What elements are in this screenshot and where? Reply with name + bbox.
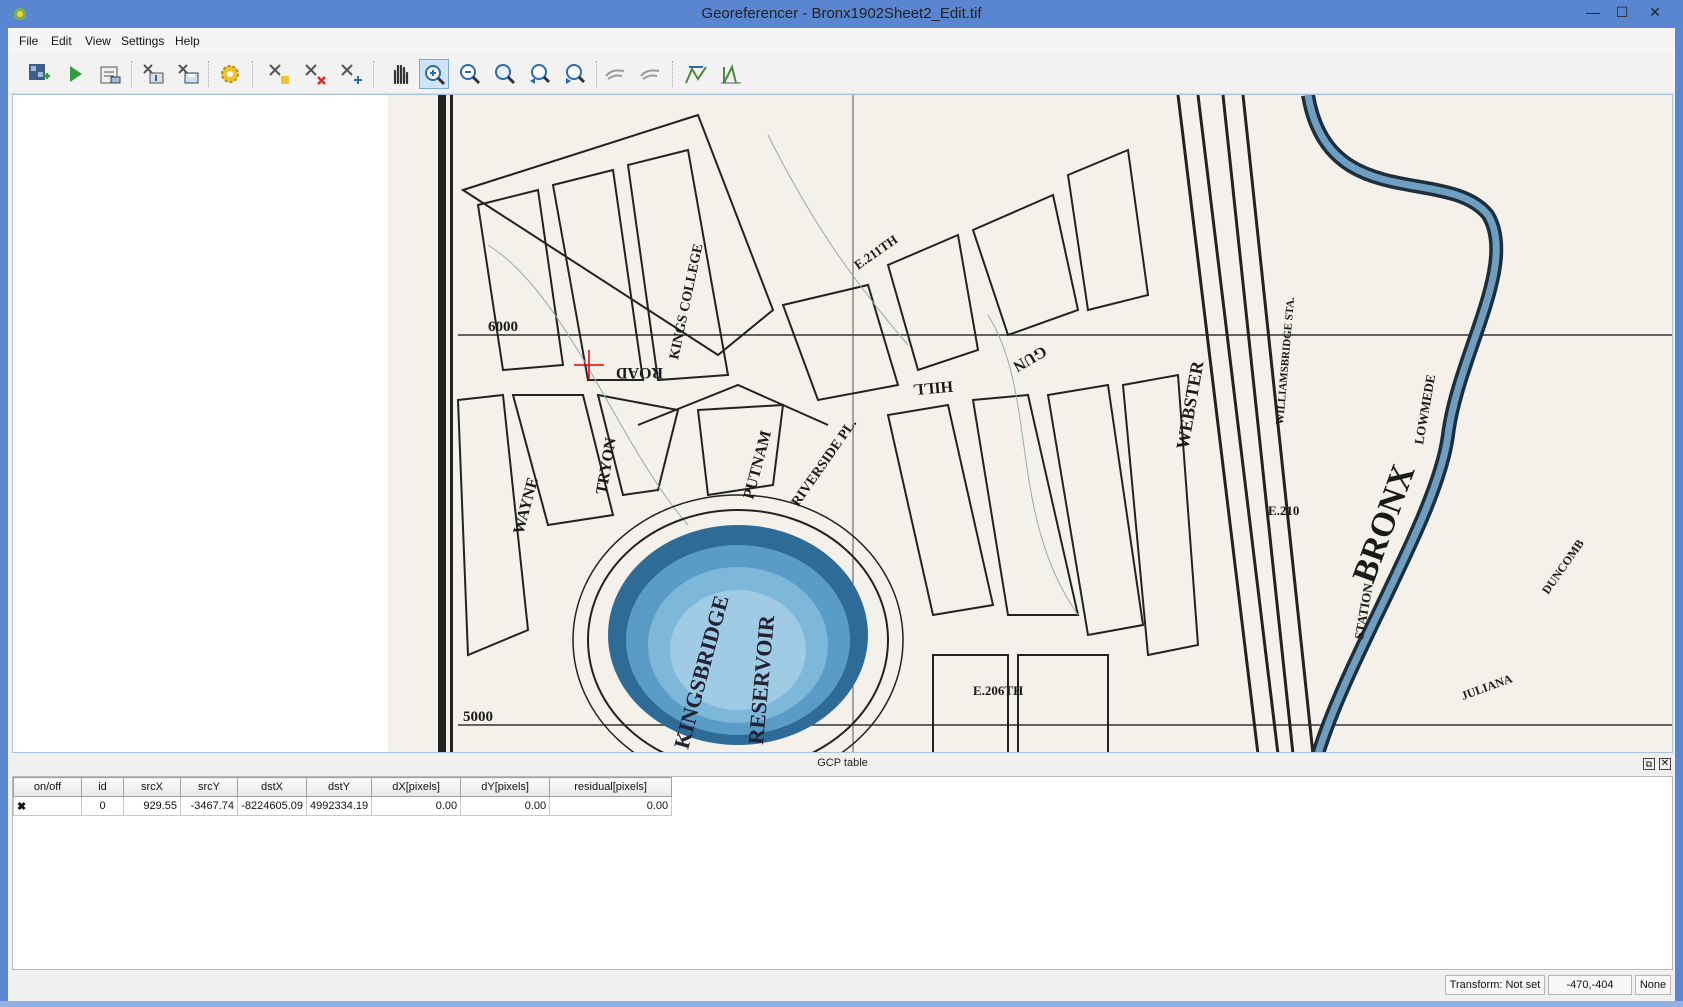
menu-settings[interactable]: Settings <box>121 34 164 48</box>
column-header-dx[interactable]: dX[pixels] <box>371 777 462 797</box>
zoom-in-icon <box>425 65 446 86</box>
save-gcp-points-button[interactable] <box>173 59 203 89</box>
cell-dx: 0.00 <box>371 796 462 816</box>
map-label-e210: E.210 <box>1268 503 1299 518</box>
column-header-onoff[interactable]: on/off <box>13 777 82 797</box>
start-georeferencing-button[interactable] <box>60 59 90 89</box>
column-header-dy[interactable]: dY[pixels] <box>460 777 551 797</box>
toolbar-separator <box>672 61 674 87</box>
local-histogram-stretch-icon <box>721 64 741 84</box>
zoom-out-icon <box>460 64 481 85</box>
open-raster-button[interactable] <box>24 59 54 89</box>
toolbar-separator <box>131 61 133 87</box>
full-histogram-stretch-icon <box>685 66 707 84</box>
menu-view[interactable]: View <box>85 34 111 48</box>
save-gcp-points-icon <box>178 64 199 84</box>
gcp-table: on/off id srcX srcY dstX dstY dX[pixels]… <box>13 777 673 816</box>
map-canvas[interactable]: ROAD HILL GUN TRYON WAYNE PUTNAM RIVERSI… <box>12 94 1673 753</box>
open-raster-icon <box>29 64 50 80</box>
full-histogram-stretch-button[interactable] <box>681 59 711 89</box>
toolbar-separator <box>596 61 598 87</box>
table-header-row: on/off id srcX srcY dstX dstY dX[pixels]… <box>13 777 673 797</box>
link-qgis-button[interactable] <box>635 59 665 89</box>
column-header-srcy[interactable]: srcY <box>180 777 238 797</box>
link-georeferencer-to-qgis-icon <box>605 69 625 80</box>
toolbar <box>8 54 1675 94</box>
move-gcp-point-icon <box>341 64 362 84</box>
load-gcp-points-icon <box>143 64 164 84</box>
move-gcp-point-button[interactable] <box>336 59 366 89</box>
toolbar-separator <box>373 61 375 87</box>
map-label-hill: HILL <box>912 377 953 397</box>
menu-bar: File Edit View Settings Help <box>8 28 1675 54</box>
toolbar-separator <box>208 61 210 87</box>
minimize-button[interactable]: — <box>1578 2 1608 22</box>
maximize-button[interactable]: ☐ <box>1607 2 1637 22</box>
link-georeferencer-button[interactable] <box>600 59 630 89</box>
title-bar: Georeferencer - Bronx1902Sheet2_Edit.tif… <box>0 0 1683 28</box>
link-qgis-to-georeferencer-icon <box>640 69 660 80</box>
status-bar: Transform: Not set -470,-404 None <box>12 972 1673 998</box>
toolbar-separator <box>252 61 254 87</box>
delete-point-button[interactable] <box>300 59 330 89</box>
column-header-id[interactable]: id <box>81 777 124 797</box>
zoom-next-icon <box>566 64 586 84</box>
zoom-to-layer-button[interactable] <box>490 59 520 89</box>
cell-id: 0 <box>81 796 124 816</box>
close-dock-button[interactable]: ✕ <box>1659 758 1671 770</box>
menu-edit[interactable]: Edit <box>51 34 72 48</box>
zoom-out-button[interactable] <box>455 59 485 89</box>
map-label-grid-6000: 6000 <box>488 319 518 335</box>
raster-map[interactable]: ROAD HILL GUN TRYON WAYNE PUTNAM RIVERSI… <box>388 95 1672 752</box>
column-header-residual[interactable]: residual[pixels] <box>549 777 673 797</box>
menu-help[interactable]: Help <box>175 34 200 48</box>
cell-srcy[interactable]: -3467.74 <box>180 796 238 816</box>
map-label-road: ROAD <box>616 364 663 381</box>
zoom-last-icon <box>530 64 551 84</box>
cell-dy: 0.00 <box>460 796 551 816</box>
zoom-to-layer-icon <box>495 64 516 85</box>
table-row[interactable]: ✖ 0 929.55 -3467.74 -8224605.09 4992334.… <box>13 796 673 816</box>
taskbar-strip <box>0 1001 1683 1007</box>
gcp-enabled-checkbox[interactable]: ✖ <box>13 796 82 816</box>
start-georeferencing-icon <box>70 66 82 82</box>
gcp-table-area: on/off id srcX srcY dstX dstY dX[pixels]… <box>12 776 1673 970</box>
column-header-dsty[interactable]: dstY <box>305 777 373 797</box>
delete-point-icon <box>305 64 326 85</box>
generate-gdal-script-icon <box>100 66 121 84</box>
pan-button[interactable] <box>385 59 415 89</box>
transform-status: Transform: Not set <box>1445 975 1545 995</box>
gcp-table-title: GCP table <box>817 757 868 769</box>
cell-residual: 0.00 <box>549 796 673 816</box>
local-histogram-stretch-button[interactable] <box>716 59 746 89</box>
zoom-next-button[interactable] <box>560 59 590 89</box>
cell-dstx[interactable]: -8224605.09 <box>237 796 307 816</box>
gcp-table-dock: GCP table ⧉ ✕ on/off id srcX srcY dstX d… <box>12 755 1673 1000</box>
coordinate-readout: -470,-404 <box>1548 975 1632 995</box>
add-point-button[interactable] <box>264 59 294 89</box>
gear-icon <box>221 65 239 83</box>
crs-status[interactable]: None <box>1635 975 1671 995</box>
float-dock-button[interactable]: ⧉ <box>1643 758 1655 770</box>
window-title: Georeferencer - Bronx1902Sheet2_Edit.tif <box>701 5 982 22</box>
map-drawing: ROAD HILL GUN TRYON WAYNE PUTNAM RIVERSI… <box>388 95 1672 752</box>
load-gcp-points-button[interactable] <box>138 59 168 89</box>
add-point-icon <box>269 64 289 84</box>
map-label-e206: E.206TH <box>973 683 1023 698</box>
zoom-last-button[interactable] <box>525 59 555 89</box>
georeferencer-window: Georeferencer - Bronx1902Sheet2_Edit.tif… <box>0 0 1683 1007</box>
cell-dsty[interactable]: 4992334.19 <box>305 796 373 816</box>
column-header-srcx[interactable]: srcX <box>123 777 181 797</box>
map-label-grid-5000: 5000 <box>463 709 493 725</box>
close-button[interactable]: ✕ <box>1640 2 1670 22</box>
zoom-in-button[interactable] <box>419 59 449 89</box>
transformation-settings-button[interactable] <box>215 59 245 89</box>
menu-file[interactable]: File <box>19 34 38 48</box>
cell-srcx[interactable]: 929.55 <box>123 796 181 816</box>
pan-icon <box>393 64 409 85</box>
column-header-dstx[interactable]: dstX <box>237 777 307 797</box>
client-area: File Edit View Settings Help ROAD HILL G… <box>8 28 1675 1001</box>
generate-gdal-script-button[interactable] <box>95 59 125 89</box>
